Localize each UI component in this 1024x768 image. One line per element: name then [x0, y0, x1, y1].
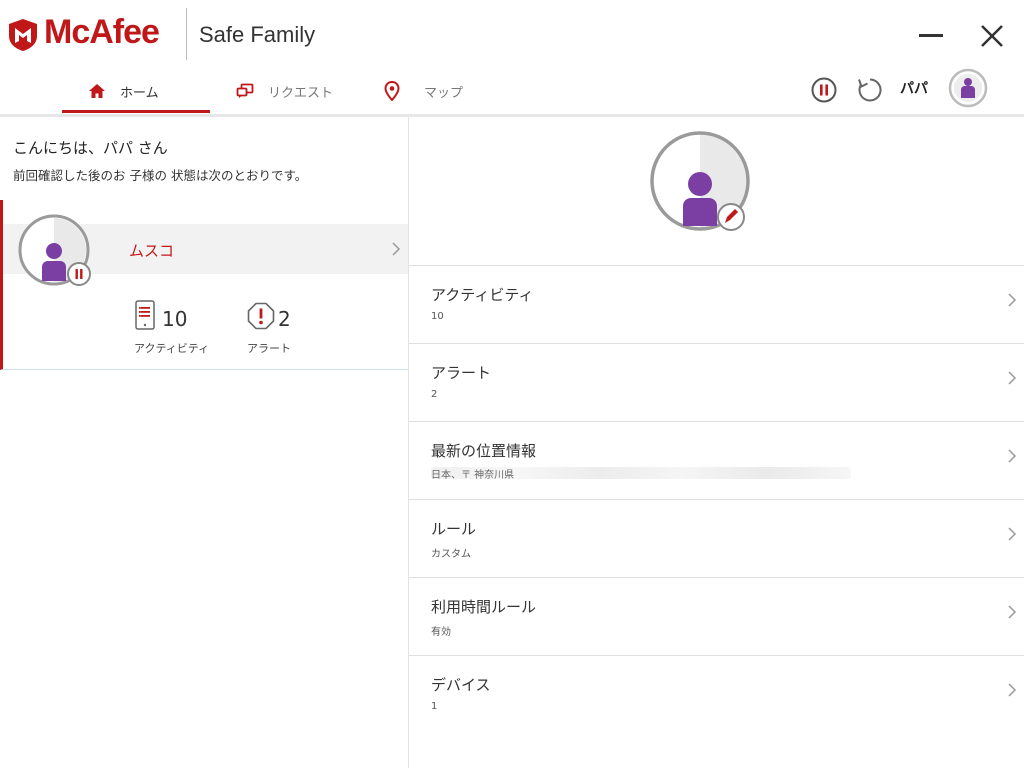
chevron-right-icon [1008, 371, 1017, 385]
product-name: Safe Family [199, 22, 316, 47]
active-tab-indicator [62, 110, 210, 113]
detail-item-title: デバイス [431, 676, 491, 694]
request-icon [236, 83, 254, 98]
tab-requests-label: リクエスト [268, 85, 334, 101]
detail-item-title: ルール [431, 520, 477, 538]
title-bar: McAfee Safe Family [0, 0, 1024, 70]
detail-item-activity[interactable]: アクティビティ 10 [409, 266, 1024, 344]
tab-home[interactable]: ホーム [62, 70, 210, 112]
brand-divider [186, 8, 187, 60]
tab-map-label: マップ [424, 85, 464, 101]
tab-home-label: ホーム [120, 85, 159, 101]
chevron-right-icon [1008, 527, 1017, 541]
user-name: パパ [900, 81, 928, 97]
chevron-right-icon [392, 242, 401, 256]
brand-name: McAfee [44, 13, 160, 51]
detail-item-location[interactable]: 最新の位置情報 日本、〒 神奈川県 [409, 422, 1024, 500]
tab-map[interactable]: マップ [384, 70, 463, 112]
detail-item-time-rules[interactable]: 利用時間ルール 有効 [409, 578, 1024, 656]
detail-item-title: アラート [431, 364, 492, 382]
detail-item-value: 1 [431, 701, 438, 712]
chevron-right-icon [1008, 293, 1017, 307]
main-nav: ホーム リクエスト マップ パパ [0, 68, 1024, 116]
activity-count: 10 [162, 307, 188, 331]
map-pin-icon [384, 81, 400, 101]
alert-label: アラート [247, 342, 291, 355]
greeting-subtitle: 前回確認した後のお 子様の 状態は次のとおりです。 [13, 168, 308, 183]
pause-internet-button[interactable] [810, 76, 838, 104]
minimize-button[interactable] [918, 20, 944, 46]
home-icon [89, 84, 105, 98]
detail-item-rules[interactable]: ルール カスタム [409, 500, 1024, 578]
detail-item-alerts[interactable]: アラート 2 [409, 344, 1024, 422]
greeting-text: こんにちは、パパ さん [13, 139, 168, 157]
detail-item-value: 10 [431, 311, 444, 322]
user-avatar-button[interactable] [948, 68, 988, 108]
activity-device-icon [135, 300, 155, 330]
detail-item-value: 2 [431, 389, 438, 400]
detail-item-title: 最新の位置情報 [431, 442, 537, 460]
chevron-right-icon [1008, 449, 1017, 463]
alert-count: 2 [278, 307, 291, 331]
detail-item-devices[interactable]: デバイス 1 [409, 656, 1024, 734]
child-avatar[interactable] [17, 213, 95, 291]
child-card: ムスコ 10 アクティビティ 2 アラート [0, 200, 408, 370]
tab-requests[interactable]: リクエスト [236, 70, 333, 112]
alert-octagon-icon [247, 302, 275, 330]
family-overview-panel: こんにちは、パパ さん 前回確認した後のお 子様の 状態は次のとおりです。 ムス… [0, 117, 408, 768]
detail-item-value: カスタム [431, 549, 471, 560]
child-profile-avatar[interactable] [649, 130, 759, 240]
close-button[interactable] [978, 22, 1006, 50]
detail-item-title: アクティビティ [431, 286, 534, 304]
child-name: ムスコ [129, 242, 175, 260]
detail-item-value: 日本、〒 神奈川県 [431, 470, 515, 481]
chevron-right-icon [1008, 683, 1017, 697]
detail-item-value: 有効 [431, 627, 451, 638]
activity-label: アクティビティ [134, 342, 210, 355]
mcafee-shield-icon [9, 19, 37, 51]
detail-item-title: 利用時間ルール [431, 598, 537, 616]
child-detail-panel: アクティビティ 10 アラート 2 最新の位置情報 日本、〒 神奈川県 ルール … [409, 117, 1024, 768]
refresh-button[interactable] [856, 76, 884, 104]
chevron-right-icon [1008, 605, 1017, 619]
